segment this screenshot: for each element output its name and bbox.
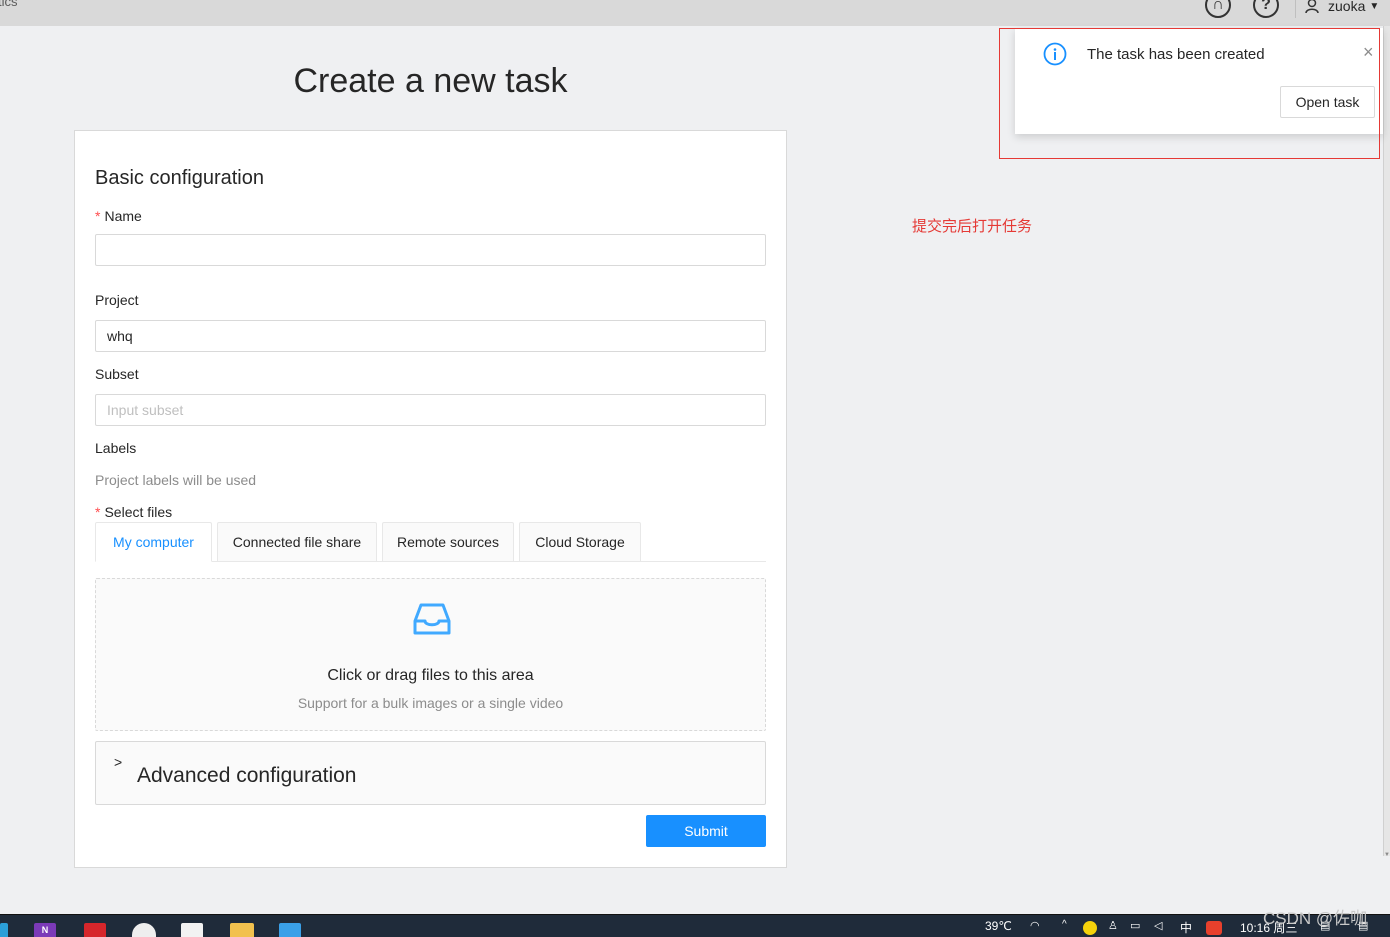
advanced-configuration-title: Advanced configuration	[137, 764, 357, 787]
annotation-highlight-box	[999, 28, 1380, 159]
photos-icon[interactable]	[279, 923, 301, 937]
tab-cloud-storage[interactable]: Cloud Storage	[519, 522, 641, 562]
labels-hint: Project labels will be used	[95, 472, 257, 488]
page-title: Create a new task	[293, 62, 568, 100]
caret-down-icon: ▼	[1369, 0, 1380, 12]
top-header: tics ∩ ? zuoka ▼	[0, 0, 1390, 26]
temperature-readout[interactable]: 39℃	[985, 919, 1012, 933]
chevron-right-icon: >	[114, 754, 123, 770]
submit-button[interactable]: Submit	[646, 815, 766, 847]
section-title: Basic configuration	[95, 167, 264, 189]
os-taskbar: N 39℃ ◠ ^ ♙ ▭ ◁ 中 10:16 周三 ▤ ▤	[0, 914, 1390, 937]
labels-label: Labels	[95, 440, 137, 456]
subset-label: Subset	[95, 366, 139, 382]
github-icon[interactable]: ∩	[1205, 0, 1231, 18]
subset-input[interactable]	[95, 394, 766, 426]
inbox-icon	[413, 603, 451, 635]
required-mark: *	[95, 504, 101, 520]
wifi-icon[interactable]: ◠	[1030, 919, 1040, 932]
dropzone-text: Click or drag files to this area	[327, 667, 534, 684]
tray-app-icon[interactable]	[1083, 921, 1097, 935]
user-name: zuoka	[1328, 0, 1366, 14]
project-label: Project	[95, 292, 139, 308]
sogou-ime-icon[interactable]	[1206, 921, 1222, 935]
ime-indicator[interactable]: 中	[1180, 919, 1192, 936]
help-icon[interactable]: ?	[1253, 0, 1279, 18]
chevron-up-icon[interactable]: ^	[1062, 919, 1067, 930]
scroll-down-icon[interactable]: ▼	[1384, 852, 1390, 858]
name-input[interactable]	[95, 234, 766, 266]
user-menu[interactable]: zuoka ▼	[1295, 0, 1379, 18]
advanced-configuration-panel[interactable]: > Advanced configuration	[95, 741, 766, 805]
volume-icon[interactable]: ◁	[1154, 919, 1162, 932]
file-source-tabs: My computer Connected file share Remote …	[95, 522, 766, 562]
page-scrollbar[interactable]	[1383, 26, 1390, 856]
onenote-icon[interactable]: N	[34, 923, 56, 937]
dropzone-hint: Support for a bulk images or a single vi…	[297, 695, 564, 711]
taskbar-app-icon[interactable]	[0, 923, 8, 937]
network-icon[interactable]: ▭	[1130, 919, 1140, 932]
tab-my-computer[interactable]: My computer	[95, 522, 212, 562]
watermark: CSDN @佐咖	[1263, 909, 1368, 928]
user-icon	[1305, 0, 1319, 14]
app-circle-icon[interactable]	[132, 923, 156, 937]
person-icon[interactable]: ♙	[1108, 919, 1118, 932]
project-input[interactable]	[95, 320, 766, 352]
file-dropzone[interactable]: Click or drag files to this area Support…	[95, 578, 766, 731]
required-mark: *	[95, 208, 101, 224]
youdao-icon[interactable]	[84, 923, 106, 937]
create-task-form: Basic configuration *Name Project Subset…	[74, 130, 787, 868]
tab-connected-file-share[interactable]: Connected file share	[217, 522, 377, 562]
notepad-icon[interactable]	[181, 923, 203, 937]
tab-remote-sources[interactable]: Remote sources	[382, 522, 514, 562]
name-label: * Name	[95, 208, 142, 224]
file-explorer-icon[interactable]	[230, 923, 254, 937]
annotation-text: 提交完后打开任务	[912, 218, 1033, 235]
select-files-label: * Select files	[95, 504, 173, 520]
header-left-text[interactable]: tics	[0, 0, 18, 9]
